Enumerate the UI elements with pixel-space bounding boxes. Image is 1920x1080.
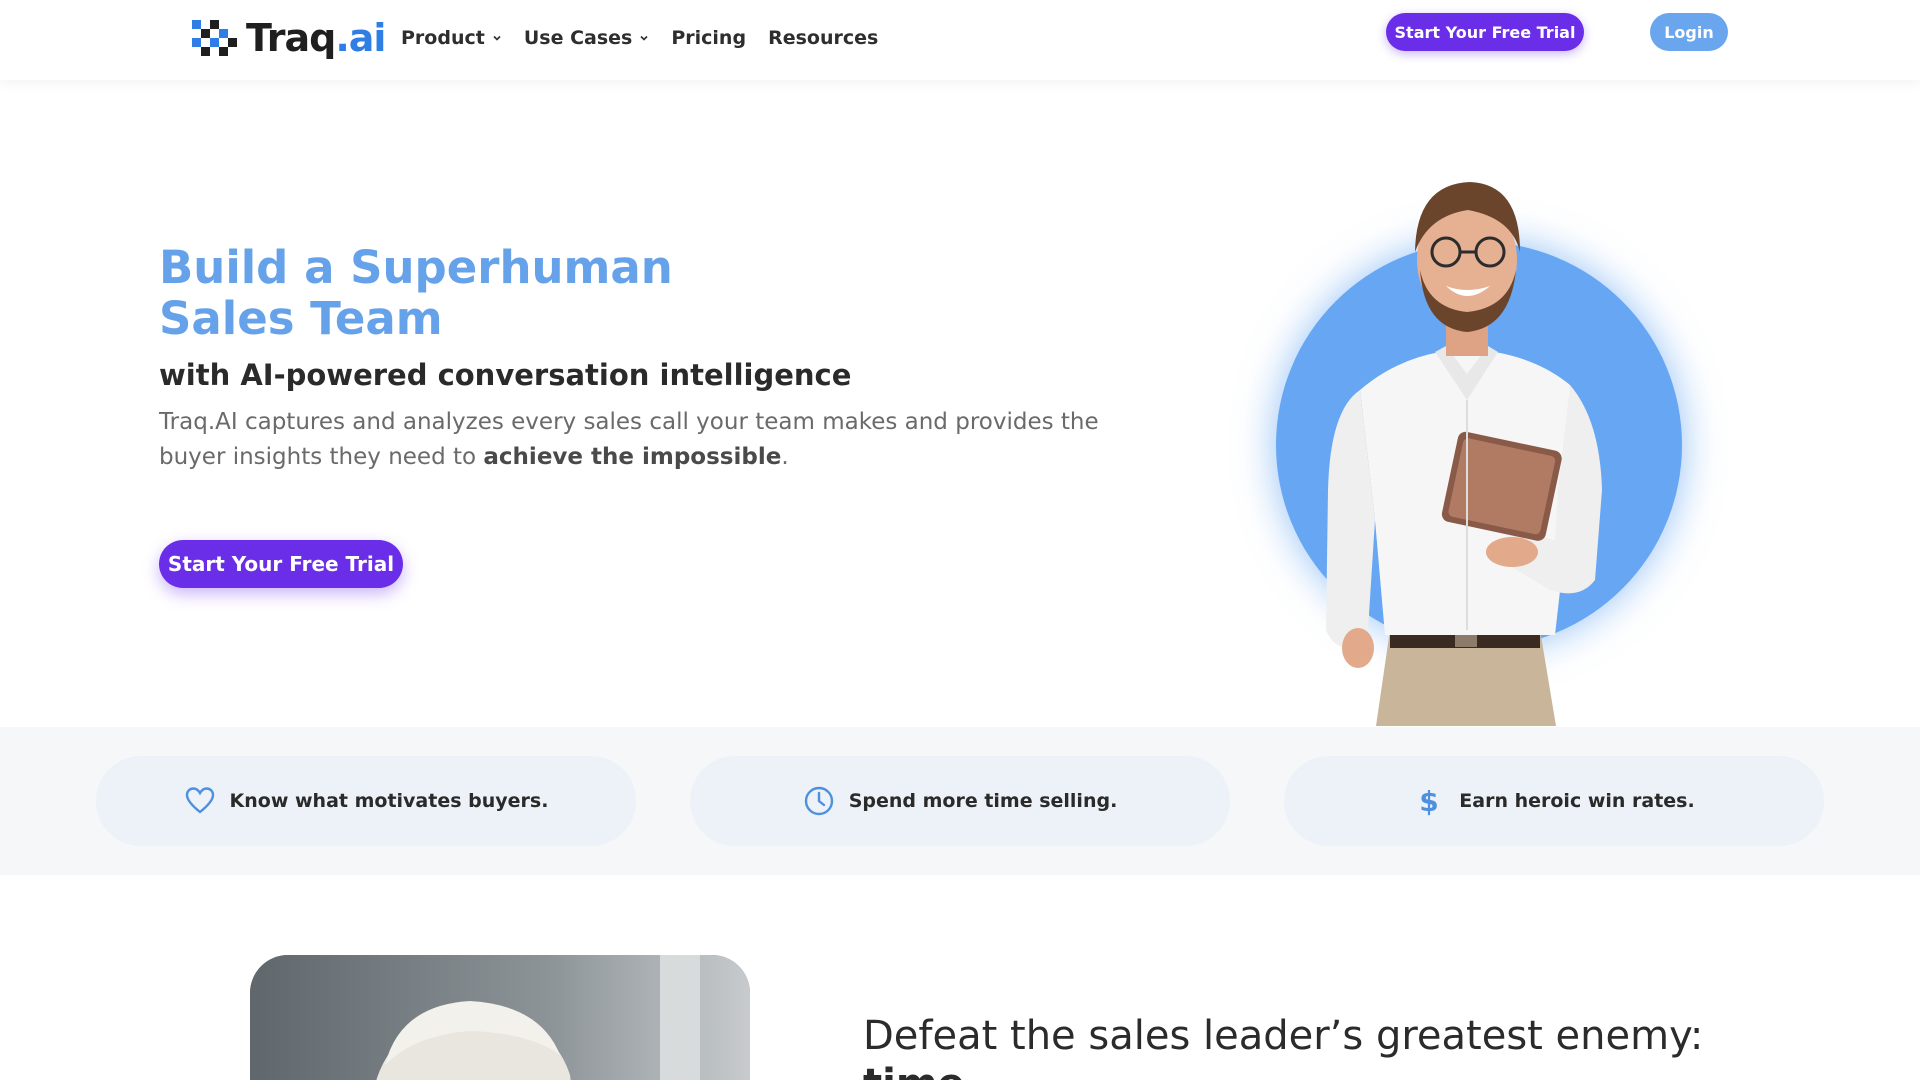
section-title-text: Defeat the sales leader’s greatest enemy… [863, 1013, 1704, 1059]
features-strip: Know what motivates buyers. Spend more t… [0, 727, 1920, 875]
chevron-down-icon [493, 35, 501, 41]
main-nav: Product Use Cases Pricing Resources [401, 24, 900, 52]
leader-photo [250, 955, 750, 1080]
nav-item-pricing[interactable]: Pricing [671, 27, 746, 49]
feature-text: Know what motivates buyers. [229, 790, 549, 812]
hero-title-line2: Sales Team [159, 292, 443, 345]
logo-text: Traq.ai [246, 16, 386, 60]
feature-card-win-rates: $ Earn heroic win rates. [1284, 756, 1824, 846]
dollar-icon: $ [1413, 785, 1445, 817]
chevron-down-icon [640, 35, 648, 41]
clock-icon [803, 785, 835, 817]
heart-icon [184, 785, 216, 817]
leader-photo-illustration [250, 955, 750, 1080]
site-header: Traq.ai Product Use Cases Pricing Resour… [0, 0, 1920, 80]
svg-text:$: $ [1420, 785, 1439, 817]
nav-item-use-cases[interactable]: Use Cases [524, 27, 650, 49]
logo-text-main: Traq [246, 16, 336, 60]
section-title-bold: time [863, 1060, 1763, 1080]
logo-text-accent: .ai [335, 16, 386, 60]
hero-image [1250, 160, 1700, 726]
feature-card-buyers: Know what motivates buyers. [96, 756, 636, 846]
hero-subtitle: with AI-powered conversation intelligenc… [159, 358, 852, 392]
feature-text: Earn heroic win rates. [1459, 790, 1695, 812]
logo-mark-icon [192, 20, 237, 56]
hero-description: Traq.AI captures and analyzes every sale… [159, 405, 1099, 475]
logo[interactable]: Traq.ai [190, 16, 386, 60]
feature-card-time: Spend more time selling. [690, 756, 1230, 846]
nav-label: Resources [768, 27, 879, 49]
salesman-illustration [1326, 182, 1602, 726]
nav-label: Product [401, 27, 485, 49]
nav-item-product[interactable]: Product [401, 27, 502, 49]
login-button[interactable]: Login [1650, 13, 1728, 51]
nav-label: Pricing [671, 27, 747, 49]
hero-start-trial-button[interactable]: Start Your Free Trial [159, 540, 403, 588]
hero-title-line1: Build a Superhuman [159, 241, 673, 294]
hero-title: Build a Superhuman Sales Team [159, 242, 919, 344]
nav-label: Use Cases [523, 27, 633, 49]
header-start-trial-button[interactable]: Start Your Free Trial [1386, 13, 1584, 51]
hero-description-bold: achieve the impossible [483, 444, 782, 470]
feature-text: Spend more time selling. [848, 790, 1118, 812]
section-title: Defeat the sales leader’s greatest enemy… [863, 1012, 1763, 1080]
nav-item-resources[interactable]: Resources [768, 27, 878, 49]
hero-description-suffix: . [781, 444, 789, 470]
